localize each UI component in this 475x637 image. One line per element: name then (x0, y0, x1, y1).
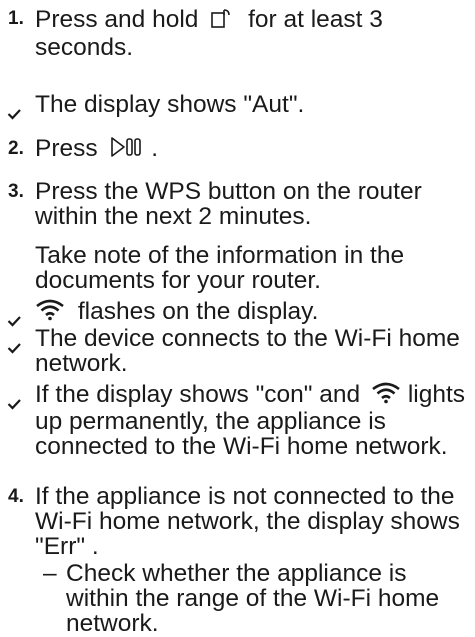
check-icon (7, 390, 22, 410)
dash-bullet: – (43, 560, 57, 587)
note-text: Take note of the information in the docu… (35, 242, 405, 294)
step-text-after-icon: . (151, 135, 159, 162)
timer-start-icon (209, 6, 233, 35)
wifi-icon (371, 382, 401, 409)
step-text: If the appliance is not connected to the… (35, 483, 460, 560)
step-number: 2. (8, 138, 24, 159)
result-connected: If the display shows "con" and lights up… (0, 382, 475, 459)
wifi-icon (35, 299, 65, 326)
step-2: 2. Press . (0, 136, 475, 163)
step-text-before-icon: Press (35, 135, 98, 162)
result-text: The device connects to the Wi-Fi home ne… (35, 325, 460, 377)
step-number: 4. (8, 486, 24, 507)
result-device-connects: The device connects to the Wi-Fi home ne… (0, 326, 475, 376)
step-3: 3. Press the WPS button on the router wi… (0, 179, 475, 229)
step-number: 1. (8, 8, 24, 29)
sub-step-text: Check whether the appliance is within th… (66, 560, 440, 637)
result-text: The display shows "Aut". (35, 91, 305, 118)
start-pause-icon (110, 136, 142, 163)
step-number: 3. (8, 181, 24, 202)
router-note: Take note of the information in the docu… (0, 243, 475, 293)
result-text-before-icon: If the display shows "con" and (35, 381, 361, 408)
step-1: 1. Press and hold for at least 3 seconds… (0, 6, 475, 60)
instruction-page: 1. Press and hold for at least 3 seconds… (0, 0, 475, 636)
sub-step-check-range: – Check whether the appliance is within … (0, 561, 466, 636)
step-text-before-icon: Press and hold (35, 5, 199, 33)
result-text: flashes on the display. (77, 298, 319, 325)
check-icon (7, 334, 22, 354)
check-icon (7, 307, 22, 327)
step-text: Press the WPS button on the router withi… (35, 178, 422, 230)
step-4: 4. If the appliance is not connected to … (0, 484, 475, 559)
result-display-aut: The display shows "Aut". (0, 91, 475, 120)
result-wifi-flashes: flashes on the display. (0, 298, 475, 327)
check-icon (7, 100, 22, 120)
